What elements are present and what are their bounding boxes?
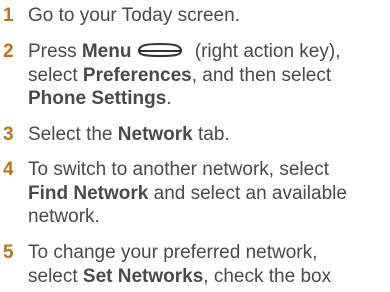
step-text-segment: select (28, 64, 83, 86)
step-text-segment: select (28, 265, 83, 287)
preferences-label: Preferences (82, 64, 192, 86)
step-text: Press Menu (right action key), select Pr… (28, 40, 390, 111)
step-text-segment: Select the (28, 124, 118, 145)
step-text-segment: To change your preferred network, (28, 242, 318, 263)
step-number: 5 (3, 242, 14, 263)
step-line: Phone Settings. (28, 87, 390, 111)
step-text: To switch to another network, select Fin… (28, 158, 390, 229)
step-text-segment: Go to your Today screen. (28, 5, 240, 26)
step-text-segment: , check the box (203, 265, 332, 287)
step-line: network. (28, 205, 390, 229)
instruction-steps: 1 Go to your Today screen. 2 Press Menu … (0, 0, 390, 292)
step-line: To switch to another network, select (28, 158, 390, 182)
set-networks-label: Set Networks (82, 265, 204, 287)
step-line: select Set Networks, check the box (28, 265, 390, 289)
menu-key-label: Menu (81, 41, 132, 62)
step-line: select Preferences, and then select (28, 64, 390, 88)
step-number: 2 (3, 41, 14, 62)
step-number: 3 (3, 124, 14, 145)
step-number: 4 (3, 159, 14, 180)
step-text-segment: , and then select (191, 64, 332, 86)
step-line: Find Network and select an available (28, 182, 390, 206)
step-text-segment: To switch to another network, select (28, 159, 329, 180)
find-network-label: Find Network (28, 182, 149, 204)
step-text-segment: and select an available (148, 182, 347, 204)
step-number: 1 (3, 5, 14, 26)
step-line: To change your preferred network, (28, 241, 390, 265)
step-text-segment: (right action key), (189, 41, 341, 62)
step-line: Go to your Today screen. (28, 4, 390, 28)
menu-key-icon (138, 43, 183, 58)
step-text: Select the Network tab. (28, 123, 390, 147)
step-line: Select the Network tab. (28, 123, 390, 147)
step-text: To change your preferred network, select… (28, 241, 390, 288)
step-text: Go to your Today screen. (28, 4, 390, 28)
network-tab-label: Network (117, 124, 193, 145)
phone-settings-label: Phone Settings (28, 88, 167, 109)
step-text-segment: network. (28, 206, 100, 227)
step-text-segment: . (166, 88, 172, 109)
step-text-segment: Press (28, 41, 82, 62)
step-text-segment: tab. (192, 124, 230, 145)
step-line: Press Menu (right action key), (28, 40, 390, 64)
